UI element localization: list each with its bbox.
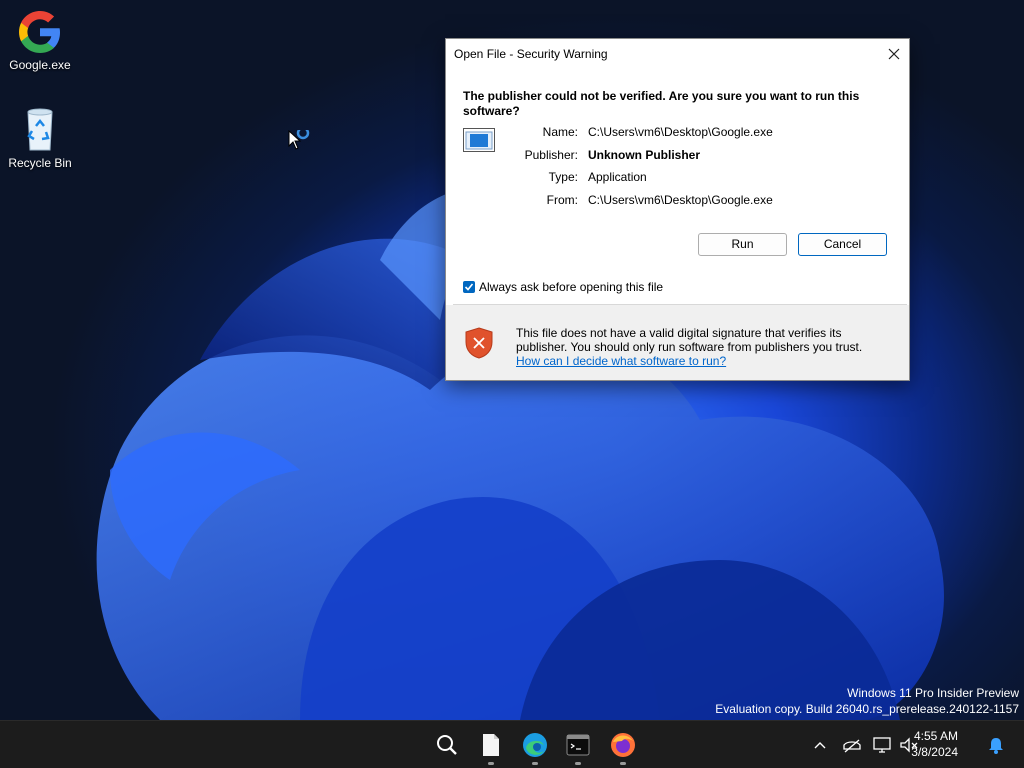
running-indicator xyxy=(532,762,538,765)
checkmark-icon xyxy=(464,283,474,291)
taskbar-terminal[interactable] xyxy=(562,729,594,765)
taskbar-edge[interactable] xyxy=(519,729,551,765)
field-value: C:\Users\vm6\Desktop\Google.exe xyxy=(588,193,773,207)
always-ask-checkbox-row[interactable]: Always ask before opening this file xyxy=(463,280,663,294)
taskbar-clock[interactable]: 4:55 AM 3/8/2024 xyxy=(911,728,958,760)
recycle-bin-icon xyxy=(16,106,64,154)
help-link[interactable]: How can I decide what software to run? xyxy=(516,354,726,368)
running-indicator xyxy=(620,762,626,765)
desktop-icon-label: Google.exe xyxy=(9,58,71,72)
display-icon xyxy=(873,737,891,753)
search-icon xyxy=(437,735,457,755)
shield-warning-icon xyxy=(465,327,493,359)
google-icon xyxy=(16,8,64,56)
run-button[interactable]: Run xyxy=(698,233,787,256)
field-label: Publisher: xyxy=(524,148,578,162)
desktop-icon-google[interactable]: Google.exe xyxy=(0,8,80,72)
watermark-line1: Windows 11 Pro Insider Preview xyxy=(847,686,1019,700)
busy-cursor-icon xyxy=(288,130,310,150)
warning-panel: This file does not have a valid digital … xyxy=(446,305,909,380)
tray-network[interactable] xyxy=(836,729,868,761)
field-label: Type: xyxy=(548,170,578,184)
taskbar-firefox[interactable] xyxy=(607,729,639,765)
cancel-button[interactable]: Cancel xyxy=(798,233,887,256)
security-warning-dialog: Open File - Security Warning The publish… xyxy=(445,38,910,381)
warning-message: This file does not have a valid digital … xyxy=(516,326,886,368)
field-label: From: xyxy=(546,193,578,207)
desktop-icon-recycle-bin[interactable]: Recycle Bin xyxy=(0,106,80,170)
firefox-icon xyxy=(611,733,635,757)
file-explorer-icon xyxy=(483,734,499,756)
dialog-question: The publisher could not be verified. Are… xyxy=(463,89,860,118)
always-ask-checkbox[interactable] xyxy=(463,281,475,293)
field-value: Unknown Publisher xyxy=(588,148,701,162)
windows-watermark: Windows 11 Pro Insider Preview Evaluatio… xyxy=(715,685,1019,717)
watermark-line2: Evaluation copy. Build 26040.rs_prerelea… xyxy=(715,702,1019,716)
clock-date: 3/8/2024 xyxy=(911,745,958,759)
application-icon xyxy=(463,128,495,152)
checkbox-label: Always ask before opening this file xyxy=(479,280,664,294)
taskbar-search-button[interactable] xyxy=(431,729,463,761)
close-icon xyxy=(888,48,900,60)
network-off-icon xyxy=(843,739,861,753)
show-hidden-icons-button[interactable] xyxy=(804,729,836,761)
field-label: Name: xyxy=(542,125,578,139)
dialog-titlebar[interactable]: Open File - Security Warning xyxy=(446,39,909,69)
notification-button[interactable] xyxy=(980,729,1012,761)
taskbar: 4:55 AM 3/8/2024 xyxy=(0,720,1024,768)
taskbar-file-explorer[interactable] xyxy=(475,729,507,765)
terminal-icon xyxy=(566,734,590,756)
warning-text: This file does not have a valid digital … xyxy=(516,326,863,354)
dialog-title: Open File - Security Warning xyxy=(454,47,608,61)
desktop-icon-label: Recycle Bin xyxy=(8,156,72,170)
edge-icon xyxy=(523,733,547,757)
notification-bell-icon xyxy=(989,738,1003,754)
field-value: Application xyxy=(588,170,647,184)
running-indicator xyxy=(488,762,494,765)
field-value: C:\Users\vm6\Desktop\Google.exe xyxy=(588,125,773,139)
running-indicator xyxy=(575,762,581,765)
close-button[interactable] xyxy=(879,39,909,69)
clock-time: 4:55 AM xyxy=(913,729,958,743)
chevron-up-icon xyxy=(814,742,826,749)
